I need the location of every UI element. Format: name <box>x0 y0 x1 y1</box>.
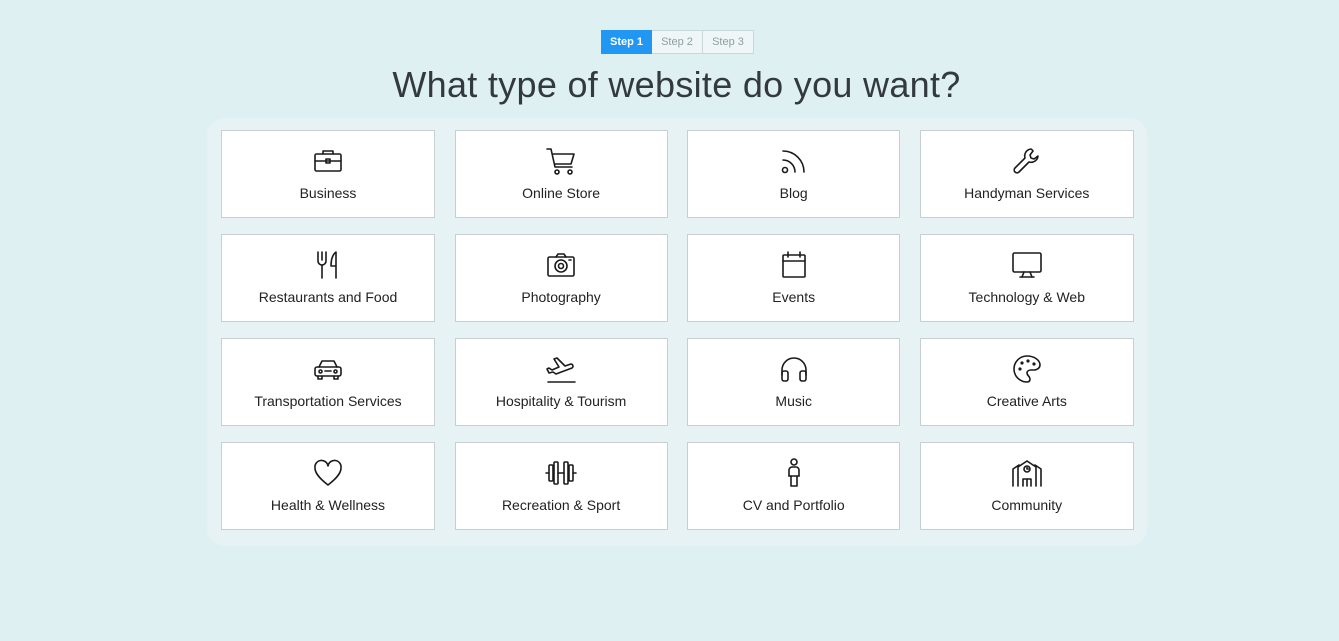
category-card-hospitality-and-tourism[interactable]: Hospitality & Tourism <box>454 338 668 426</box>
category-label: Music <box>775 393 812 409</box>
car-icon <box>312 353 344 385</box>
headphones-icon <box>778 353 810 385</box>
category-label: Photography <box>521 289 601 305</box>
airplane-icon <box>545 353 577 385</box>
step-2-tab[interactable]: Step 2 <box>652 30 703 54</box>
calendar-icon <box>778 249 810 281</box>
category-card-creative-arts[interactable]: Creative Arts <box>919 338 1134 426</box>
wrench-icon <box>1011 145 1043 177</box>
step-1-tab[interactable]: Step 1 <box>601 30 652 54</box>
category-label: Events <box>772 289 816 305</box>
briefcase-icon <box>312 145 344 177</box>
category-label: Creative Arts <box>986 393 1067 409</box>
fork-knife-icon <box>312 249 344 281</box>
category-card-community[interactable]: Community <box>919 442 1134 530</box>
dumbbell-icon <box>545 457 577 489</box>
camera-icon <box>545 249 577 281</box>
shopping-cart-icon <box>545 145 577 177</box>
category-label: Community <box>991 497 1063 513</box>
category-card-music[interactable]: Music <box>687 338 901 426</box>
category-label: Restaurants and Food <box>258 289 398 305</box>
category-label: Transportation Services <box>254 393 402 409</box>
category-label: Business <box>299 185 357 201</box>
stepper: Step 1 Step 2 Step 3 <box>601 30 754 54</box>
category-label: Online Store <box>522 185 600 201</box>
category-card-business[interactable]: Business <box>221 130 435 218</box>
person-icon <box>778 457 810 489</box>
category-label: Blog <box>779 185 808 201</box>
monitor-icon <box>1011 249 1043 281</box>
category-card-cv-and-portfolio[interactable]: CV and Portfolio <box>687 442 901 530</box>
page-title: What type of website do you want? <box>392 64 961 105</box>
category-grid: Business Online Store Blog Handyman Serv… <box>221 130 1134 530</box>
category-card-transportation-services[interactable]: Transportation Services <box>221 338 435 426</box>
community-building-icon <box>1011 457 1043 489</box>
category-label: CV and Portfolio <box>742 497 845 513</box>
palette-icon <box>1011 353 1043 385</box>
step-3-tab[interactable]: Step 3 <box>703 30 754 54</box>
category-card-photography[interactable]: Photography <box>454 234 668 322</box>
category-label: Health & Wellness <box>270 497 386 513</box>
category-card-events[interactable]: Events <box>687 234 901 322</box>
rss-icon <box>778 145 810 177</box>
category-label: Technology & Web <box>968 289 1086 305</box>
category-label: Handyman Services <box>964 185 1090 201</box>
category-card-technology-and-web[interactable]: Technology & Web <box>919 234 1134 322</box>
category-card-health-and-wellness[interactable]: Health & Wellness <box>221 442 435 530</box>
category-card-online-store[interactable]: Online Store <box>454 130 668 218</box>
category-card-blog[interactable]: Blog <box>687 130 901 218</box>
category-label: Recreation & Sport <box>501 497 621 513</box>
heart-icon <box>312 457 344 489</box>
category-card-restaurants-and-food[interactable]: Restaurants and Food <box>221 234 435 322</box>
category-card-handyman-services[interactable]: Handyman Services <box>919 130 1134 218</box>
category-label: Hospitality & Tourism <box>495 393 627 409</box>
category-card-recreation-and-sport[interactable]: Recreation & Sport <box>454 442 668 530</box>
